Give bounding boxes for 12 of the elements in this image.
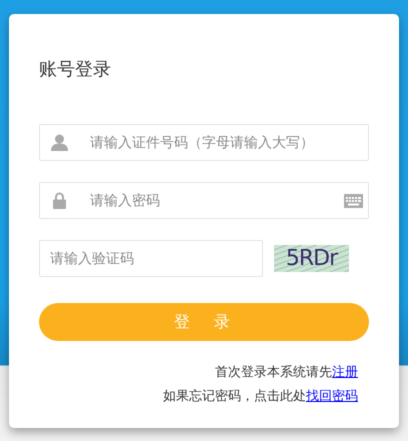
captcha-image[interactable]: 5RDr xyxy=(274,245,349,272)
captcha-field[interactable]: 请输入验证码 xyxy=(39,240,263,277)
user-icon xyxy=(50,134,68,151)
login-title: 账号登录 xyxy=(39,58,111,82)
reset-hint: 如果忘记密码，点击此处找回密码 xyxy=(163,388,358,406)
id-number-field[interactable]: 请输入证件号码（字母请输入大写） xyxy=(39,124,369,161)
register-link[interactable]: 注册 xyxy=(332,365,358,380)
password-field[interactable]: 请输入密码 xyxy=(39,182,369,219)
reset-password-link[interactable]: 找回密码 xyxy=(306,389,358,404)
keyboard-icon[interactable] xyxy=(344,194,363,208)
register-hint: 首次登录本系统请先注册 xyxy=(215,364,358,382)
lock-icon xyxy=(52,192,66,209)
